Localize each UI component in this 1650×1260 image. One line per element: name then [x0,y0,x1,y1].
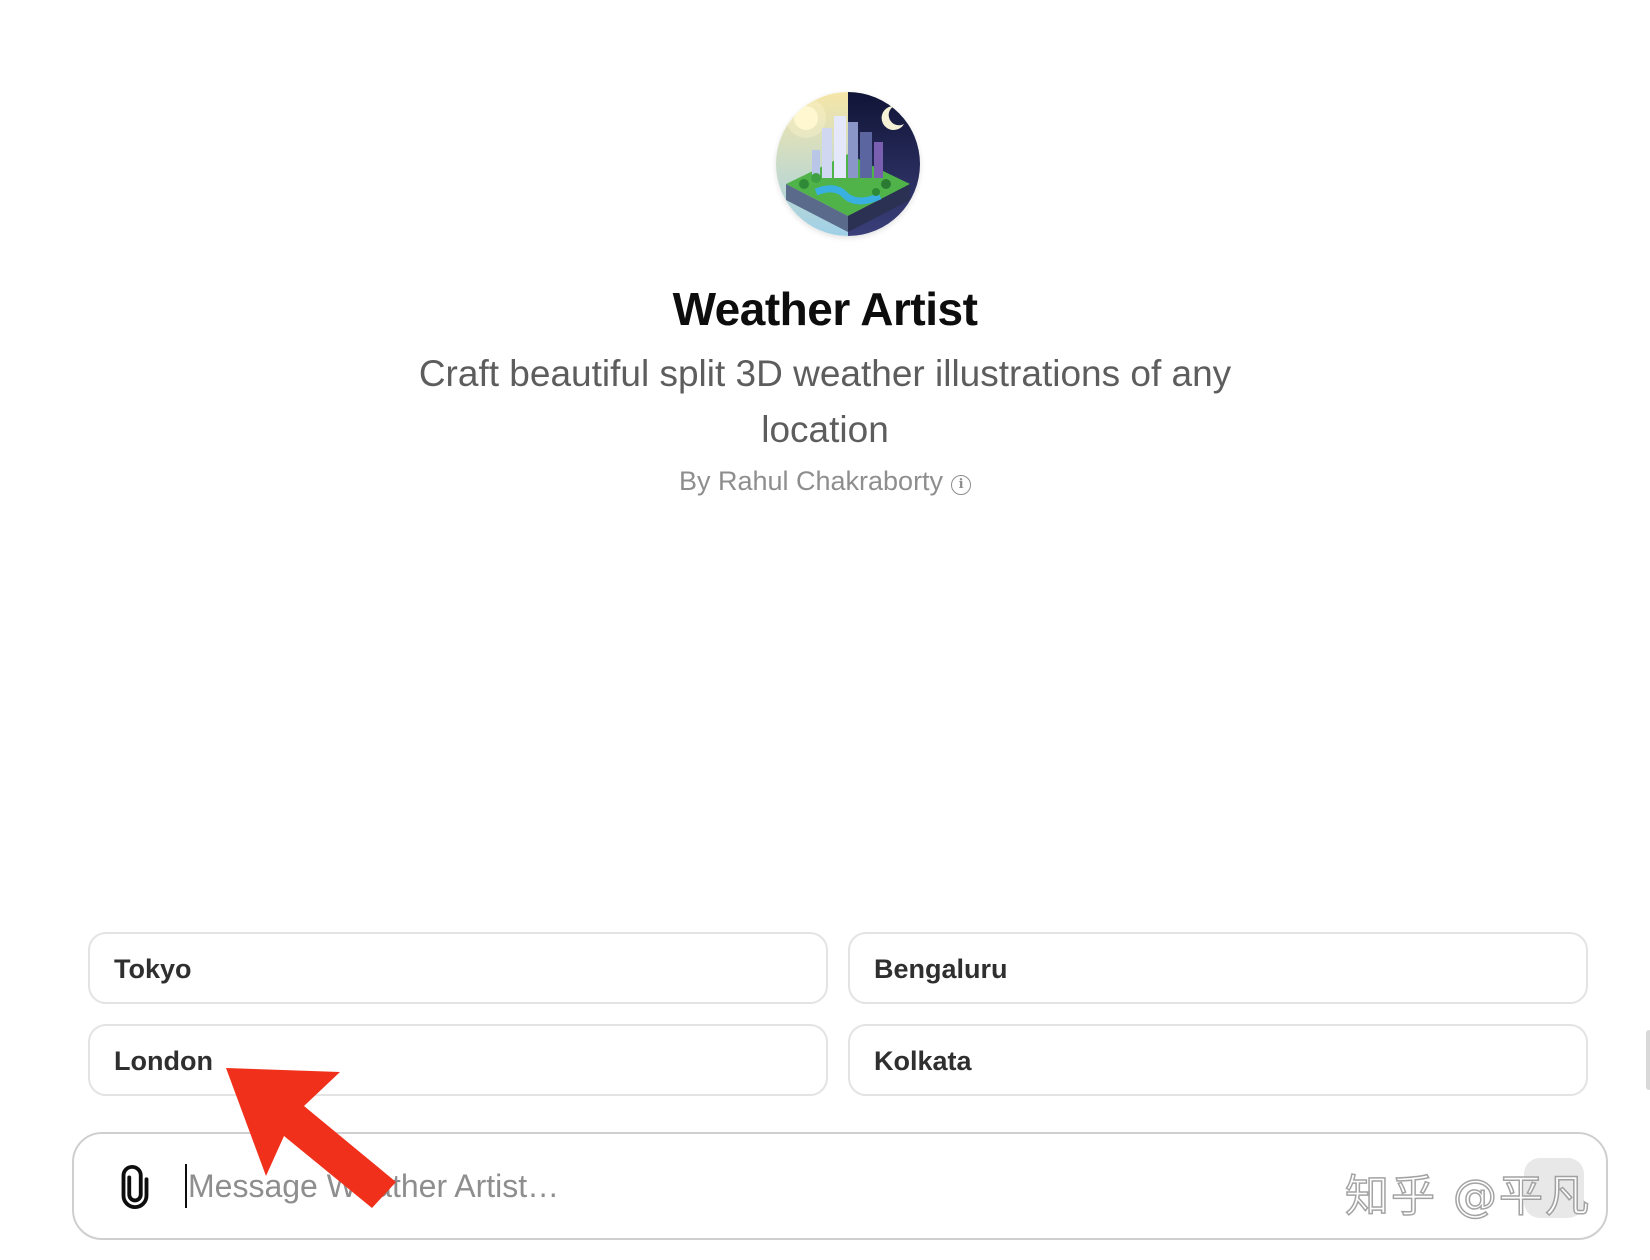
gpt-description: Craft beautiful split 3D weather illustr… [418,353,1232,450]
suggestion-chip[interactable]: Bengaluru [848,932,1588,1004]
text-cursor [185,1164,187,1208]
suggestion-label: Bengaluru [874,954,1008,984]
gpt-author-line: By Rahul Chakraborty i [0,466,1650,497]
info-icon[interactable]: i [951,475,972,495]
zhihu-watermark: 知乎 @平凡 [1344,1170,1591,1223]
scrollbar-thumb[interactable] [1646,1030,1650,1090]
suggestion-label: Tokyo [114,954,192,984]
suggestion-chip[interactable]: London [88,1024,828,1096]
author-text: By Rahul Chakraborty [678,466,944,496]
gpt-avatar [776,92,920,236]
isometric-city-illustration [776,92,920,236]
suggestion-label: Kolkata [874,1046,972,1076]
message-input[interactable] [188,1156,1388,1216]
suggestion-chip[interactable]: Kolkata [848,1024,1588,1096]
paperclip-icon [121,1164,149,1209]
suggestion-chip[interactable]: Tokyo [88,932,828,1004]
attach-file-button[interactable] [112,1164,158,1210]
suggestion-label: London [114,1046,213,1076]
gpt-title: Weather Artist [672,283,978,335]
